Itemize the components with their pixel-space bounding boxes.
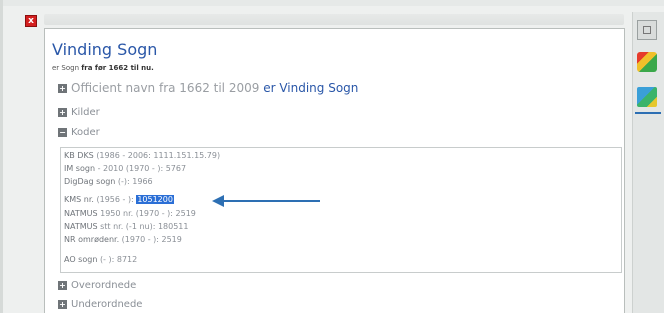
close-button[interactable]: x — [25, 15, 37, 27]
subtitle-period: fra før 1662 til nu. — [81, 64, 154, 72]
code-line: NATMUS 1950 nr. (1970 - ): 2519 — [64, 208, 196, 220]
section-kilder-label: Kilder — [71, 107, 100, 118]
code-value: (- ): 8712 — [99, 255, 138, 264]
code-value: stt nr. (-1 nu): 180511 — [100, 222, 189, 231]
official-name-link[interactable]: er Vinding Sogn — [263, 81, 358, 95]
code-key: NR omrødenr. — [64, 235, 120, 244]
window-icon[interactable] — [637, 20, 657, 40]
code-value: (1956 - ): — [96, 195, 134, 204]
code-key: KB DKS — [64, 151, 94, 160]
annotation-arrow-icon — [222, 200, 320, 202]
section-underordnede-label: Underordnede — [71, 299, 143, 310]
code-line: IM sogn - 2010 (1970 - ): 5767 — [64, 163, 186, 175]
expand-plus-icon[interactable]: + — [58, 280, 67, 290]
code-line: KB DKS (1986 - 2006: 1111.151.15.79) — [64, 150, 220, 162]
code-line: NATMUS stt nr. (-1 nu): 180511 — [64, 221, 188, 233]
code-value: (1986 - 2006: 1111.151.15.79) — [96, 151, 221, 160]
code-line: AO sogn (- ): 8712 — [64, 254, 137, 266]
window-top-frame — [0, 0, 664, 6]
code-key: KMS nr. — [64, 195, 94, 204]
code-line: NR omrødenr. (1970 - ): 2519 — [64, 234, 182, 246]
right-toolbar — [632, 12, 664, 313]
code-line-kms: KMS nr. (1956 - ): 1051200 — [64, 194, 174, 206]
colorful-globe-icon[interactable] — [637, 52, 657, 72]
record-title: Vinding Sogn — [52, 40, 158, 59]
expand-plus-icon[interactable]: + — [58, 299, 67, 309]
code-line: DigDag sogn (-): 1966 — [64, 176, 153, 188]
section-overordnede[interactable]: + Overordnede — [58, 280, 136, 293]
section-kilder[interactable]: + Kilder — [58, 107, 100, 120]
official-name-row[interactable]: + Officient navn fra 1662 til 2009 er Vin… — [58, 81, 358, 95]
section-underordnede[interactable]: + Underordnede — [58, 299, 142, 312]
record-subtitle: er Sogn fra før 1662 til nu. — [52, 64, 154, 72]
code-key: IM sogn — [64, 164, 96, 173]
code-key: NATMUS — [64, 222, 98, 231]
code-value: 1950 nr. (1970 - ): 2519 — [100, 209, 196, 218]
expand-plus-icon[interactable]: + — [58, 107, 67, 117]
expand-plus-icon[interactable]: + — [58, 84, 67, 93]
map-icon[interactable] — [637, 87, 657, 107]
active-tool-underline — [635, 112, 661, 114]
code-key: DigDag sogn — [64, 177, 116, 186]
section-koder-label: Koder — [71, 127, 100, 138]
window-left-frame — [0, 0, 3, 313]
code-value: (1970 - ): 2519 — [121, 235, 182, 244]
code-value: - 2010 (1970 - ): 5767 — [97, 164, 187, 173]
section-koder[interactable]: − Koder — [58, 127, 100, 140]
code-key: NATMUS — [64, 209, 98, 218]
collapse-minus-icon[interactable]: − — [58, 127, 67, 137]
official-name-text: Officient navn fra 1662 til 2009 — [71, 81, 260, 95]
code-key: AO sogn — [64, 255, 98, 264]
selected-kms-number[interactable]: 1051200 — [136, 195, 174, 204]
subtitle-prefix: er Sogn — [52, 64, 80, 72]
code-value: (-): 1966 — [117, 177, 153, 186]
section-overordnede-label: Overordnede — [71, 280, 137, 291]
title-bar — [44, 14, 624, 25]
